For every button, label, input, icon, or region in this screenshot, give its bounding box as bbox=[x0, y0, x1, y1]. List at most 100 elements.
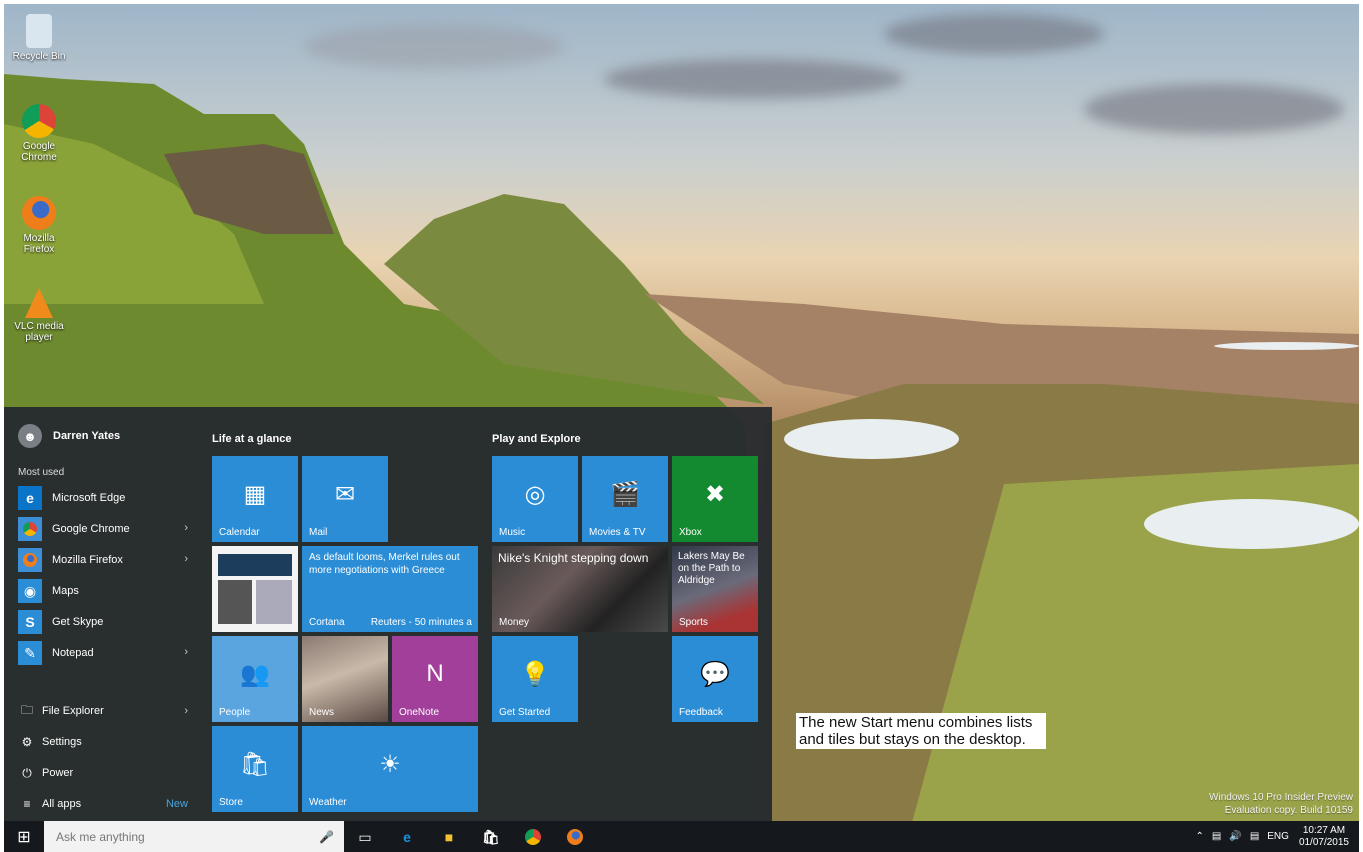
store-icon[interactable]: 🛍 bbox=[480, 826, 502, 848]
tile-mail[interactable]: ✉ Mail bbox=[302, 456, 388, 542]
tile-label: Calendar bbox=[219, 527, 260, 538]
app-label: Maps bbox=[52, 585, 79, 597]
tile-get-started[interactable]: 💡 Get Started bbox=[492, 636, 578, 722]
all-apps-link[interactable]: ≡ All apps New bbox=[18, 793, 188, 815]
tile-label: Money bbox=[499, 617, 530, 628]
language-indicator[interactable]: ENG bbox=[1267, 831, 1289, 842]
desktop-icon-vlc[interactable]: VLC media player bbox=[10, 288, 68, 343]
settings-label: Settings bbox=[42, 736, 82, 748]
tile-xbox[interactable]: ✖ Xbox bbox=[672, 456, 758, 542]
user-account[interactable]: ☻ Darren Yates bbox=[18, 424, 120, 448]
tile-weather[interactable]: ☀ Weather bbox=[302, 726, 478, 812]
desktop-icon-chrome[interactable]: Google Chrome bbox=[10, 104, 68, 163]
user-name: Darren Yates bbox=[53, 430, 121, 442]
chrome-icon bbox=[18, 517, 42, 541]
skype-icon: S bbox=[18, 610, 42, 634]
tile-onenote[interactable]: N OneNote bbox=[392, 636, 478, 722]
tile-calendar[interactable]: ▦ Calendar bbox=[212, 456, 298, 542]
search-box[interactable]: Ask me anything 🎤 bbox=[44, 821, 344, 852]
user-avatar-icon: ☻ bbox=[18, 424, 42, 448]
lake bbox=[1214, 342, 1359, 350]
tile-label: Sports bbox=[679, 617, 708, 628]
start-menu-list: ☻ Darren Yates Most used e Microsoft Edg… bbox=[4, 407, 204, 821]
app-google-chrome[interactable]: Google Chrome › bbox=[18, 516, 188, 542]
screenshot-caption: The new Start menu combines lists and ti… bbox=[796, 713, 1046, 749]
edge-icon: e bbox=[18, 486, 42, 510]
start-button[interactable]: ⊞ bbox=[4, 821, 44, 852]
firefox-icon bbox=[22, 196, 56, 230]
microphone-icon[interactable]: 🎤 bbox=[319, 830, 334, 844]
power-button[interactable]: ⏻ Power bbox=[18, 762, 188, 784]
tile-sports[interactable]: Lakers May Be on the Path to Aldridge Sp… bbox=[672, 546, 758, 632]
tile-cortana-news[interactable]: As default looms, Merkel rules out more … bbox=[302, 546, 478, 632]
tile-label: Store bbox=[219, 797, 243, 808]
money-headline: Nike's Knight stepping down bbox=[498, 551, 649, 565]
news-source: Reuters - 50 minutes a bbox=[370, 617, 472, 628]
build-watermark: Windows 10 Pro Insider Preview Evaluatio… bbox=[1209, 791, 1353, 817]
power-icon: ⏻ bbox=[22, 765, 32, 780]
clock[interactable]: 10:27 AM 01/07/2015 bbox=[1299, 825, 1349, 849]
tile-feedback[interactable]: 💬 Feedback bbox=[672, 636, 758, 722]
clock-date: 01/07/2015 bbox=[1298, 836, 1349, 848]
chevron-right-icon[interactable]: › bbox=[184, 522, 188, 534]
chevron-right-icon[interactable]: › bbox=[184, 553, 188, 565]
most-used-heading: Most used bbox=[18, 467, 65, 478]
gear-icon: ⚙ bbox=[21, 735, 33, 749]
firefox-icon[interactable] bbox=[564, 826, 586, 848]
tile-store[interactable]: 🛍 Store bbox=[212, 726, 298, 812]
desktop-icon-firefox[interactable]: Mozilla Firefox bbox=[10, 196, 68, 255]
tile-cortana-image[interactable] bbox=[212, 546, 298, 632]
group-title-life: Life at a glance bbox=[212, 433, 292, 445]
tile-label: OneNote bbox=[399, 707, 440, 718]
tile-label: Feedback bbox=[679, 707, 723, 718]
app-label: Get Skype bbox=[52, 616, 104, 628]
recycle-bin-icon bbox=[26, 14, 52, 48]
app-notepad[interactable]: ✎ Notepad › bbox=[18, 640, 188, 666]
app-microsoft-edge[interactable]: e Microsoft Edge bbox=[18, 485, 188, 511]
app-get-skype[interactable]: S Get Skype bbox=[18, 609, 188, 635]
app-mozilla-firefox[interactable]: Mozilla Firefox › bbox=[18, 547, 188, 573]
clapperboard-icon: 🎬 bbox=[610, 481, 640, 508]
tile-movies-tv[interactable]: 🎬 Movies & TV bbox=[582, 456, 668, 542]
desktop-icon-label: Recycle Bin bbox=[12, 51, 66, 62]
network-icon[interactable]: ▤ bbox=[1212, 831, 1221, 842]
desktop-icon-label: VLC media player bbox=[14, 321, 64, 343]
tile-money[interactable]: Nike's Knight stepping down Money bbox=[492, 546, 668, 632]
mail-icon: ✉ bbox=[334, 481, 356, 508]
file-explorer-icon[interactable]: ■ bbox=[438, 826, 460, 848]
chevron-right-icon[interactable]: › bbox=[184, 705, 188, 717]
settings-link[interactable]: ⚙ Settings bbox=[18, 731, 188, 753]
maps-icon: ◉ bbox=[18, 579, 42, 603]
tile-label: People bbox=[219, 707, 251, 718]
action-center-icon[interactable]: ▤ bbox=[1250, 831, 1259, 842]
lake bbox=[1144, 499, 1359, 549]
tile-label: News bbox=[309, 707, 335, 718]
chrome-icon[interactable] bbox=[522, 826, 544, 848]
chevron-right-icon[interactable]: › bbox=[184, 646, 188, 658]
tile-label: Xbox bbox=[679, 527, 702, 538]
list-icon: ≡ bbox=[23, 797, 31, 811]
tile-people[interactable]: 👥 People bbox=[212, 636, 298, 722]
tile-news[interactable]: News bbox=[302, 636, 388, 722]
vlc-icon bbox=[25, 288, 53, 318]
tile-music[interactable]: ◎ Music bbox=[492, 456, 578, 542]
volume-icon[interactable]: 🔊 bbox=[1229, 831, 1241, 842]
calendar-icon: ▦ bbox=[243, 481, 267, 508]
file-explorer-link[interactable]: 🗀 File Explorer › bbox=[18, 700, 188, 722]
start-menu: ☻ Darren Yates Most used e Microsoft Edg… bbox=[4, 407, 772, 821]
desktop-icon-label: Mozilla Firefox bbox=[23, 233, 55, 255]
system-tray: ⌃ ▤ 🔊 ▤ ENG 10:27 AM 01/07/2015 bbox=[1188, 821, 1349, 852]
windows-logo-icon: ⊞ bbox=[17, 828, 31, 846]
desktop-icon-recycle-bin[interactable]: Recycle Bin bbox=[10, 14, 68, 62]
task-view-icon[interactable]: ▭ bbox=[354, 826, 376, 848]
edge-icon[interactable]: e bbox=[396, 826, 418, 848]
people-icon: 👥 bbox=[240, 661, 270, 688]
chevron-up-icon[interactable]: ⌃ bbox=[1196, 831, 1204, 842]
feedback-icon: 💬 bbox=[700, 661, 730, 688]
app-label: Google Chrome bbox=[52, 523, 130, 535]
app-maps[interactable]: ◉ Maps bbox=[18, 578, 188, 604]
all-apps-label: All apps bbox=[42, 798, 82, 810]
file-explorer-label: File Explorer bbox=[42, 705, 104, 717]
tile-label: Get Started bbox=[499, 707, 551, 718]
tile-label: Weather bbox=[309, 797, 347, 808]
